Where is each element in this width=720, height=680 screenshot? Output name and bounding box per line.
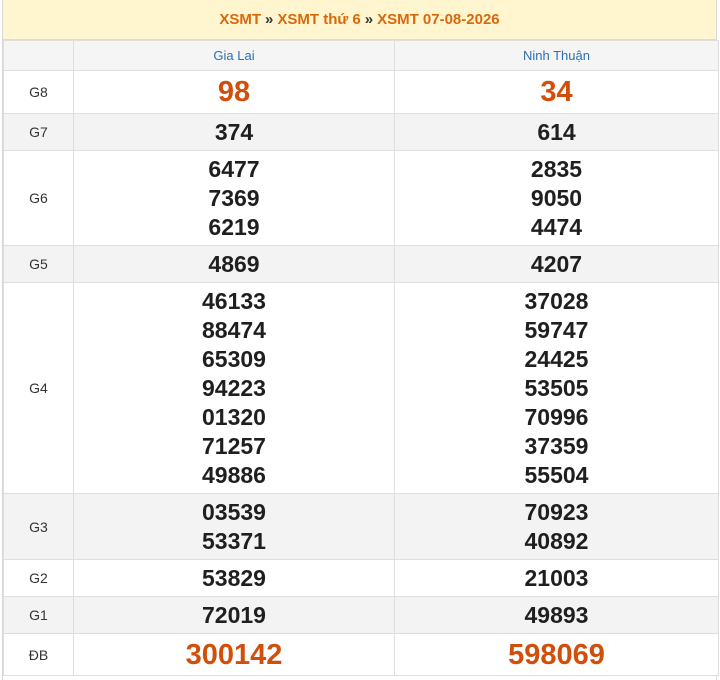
column-header-gia-lai[interactable]: Gia Lai [73, 40, 395, 71]
prize-row-g4: G4 46133 88474 65309 94223 01320 71257 49886 370… [3, 282, 719, 494]
prize-label: G8 [3, 70, 74, 114]
prize-number: 40892 [524, 527, 589, 554]
prize-number: 37028 [524, 287, 589, 314]
prize-number: 01320 [202, 403, 266, 430]
breadcrumb-xsmt-friday[interactable]: XSMT thứ 6 [277, 11, 360, 28]
prize-cell-ninh-thuan: 70923 40892 [394, 493, 719, 560]
prize-number: 614 [537, 118, 576, 145]
prize-row-đb: ĐB 300142 598069 [3, 633, 719, 676]
prize-cell-gia-lai: 6477 7369 6219 [73, 150, 395, 246]
prize-number: 88474 [202, 316, 266, 343]
prize-number: 7369 [208, 184, 260, 211]
prize-number: 21003 [524, 564, 589, 591]
prize-cell-ninh-thuan: 2835 9050 4474 [394, 150, 719, 246]
prize-cell-gia-lai: 46133 88474 65309 94223 01320 71257 49886 [73, 282, 395, 494]
prize-number: 2835 [530, 155, 583, 182]
prize-label: G2 [3, 559, 74, 597]
prize-label: G6 [3, 150, 74, 246]
prize-number: 598069 [508, 638, 605, 671]
prize-number: 98 [217, 76, 251, 108]
prize-row-g2: G2 53829 21003 [3, 559, 719, 597]
prize-row-g1: G1 72019 49893 [3, 596, 719, 634]
prize-number: 55504 [524, 461, 589, 488]
prize-cell-gia-lai: 03539 53371 [73, 493, 395, 560]
prize-label: ĐB [3, 633, 74, 676]
prize-cell-ninh-thuan: 49893 [394, 596, 719, 634]
prize-number: 300142 [185, 638, 283, 671]
prize-number: 34 [540, 76, 573, 108]
prize-cell-gia-lai: 98 [73, 70, 395, 114]
prize-label: G4 [3, 282, 74, 494]
prize-number: 374 [214, 118, 254, 145]
breadcrumb-xsmt[interactable]: XSMT [219, 11, 261, 28]
prize-number: 6219 [208, 213, 260, 240]
prize-number: 71257 [202, 432, 266, 459]
prize-number: 53829 [202, 564, 266, 591]
results-table: Gia Lai Ninh Thuận G8 98 34 G7 374 614 G6 6477 7… [3, 40, 719, 676]
prize-label: G3 [3, 493, 74, 560]
prize-cell-gia-lai: 53829 [73, 559, 395, 597]
prize-cell-ninh-thuan: 21003 [394, 559, 719, 597]
prize-label: G7 [3, 113, 74, 151]
prize-number: 24425 [524, 345, 589, 372]
prize-cell-gia-lai: 4869 [73, 245, 395, 283]
prize-number: 9050 [530, 184, 583, 211]
results-panel: XSMT » XSMT thứ 6 » XSMT 07-08-2026 Gia … [2, 0, 719, 680]
prize-row-g5: G5 4869 4207 [3, 245, 719, 283]
prize-cell-ninh-thuan: 34 [394, 70, 719, 114]
prize-number: 70996 [524, 403, 589, 430]
prize-cell-ninh-thuan: 614 [394, 113, 719, 151]
prize-number: 49886 [202, 461, 266, 488]
prize-number: 53505 [524, 374, 589, 401]
prize-number: 72019 [202, 601, 266, 628]
prize-number: 49893 [524, 601, 589, 628]
breadcrumb: XSMT » XSMT thứ 6 » XSMT 07-08-2026 [3, 0, 716, 40]
breadcrumb-separator: » [265, 11, 274, 28]
prize-number: 59747 [524, 316, 589, 343]
breadcrumb-separator: » [364, 11, 374, 28]
prize-number: 65309 [202, 345, 266, 372]
prize-number: 4474 [530, 213, 583, 240]
prize-label: G5 [3, 245, 74, 283]
prize-row-g6: G6 6477 7369 6219 2835 9050 4474 [3, 150, 719, 246]
prize-number: 03539 [202, 498, 266, 525]
prize-cell-gia-lai: 374 [73, 113, 395, 151]
prize-row-g8: G8 98 34 [3, 70, 719, 114]
prize-number: 4869 [208, 250, 260, 277]
prize-cell-ninh-thuan: 37028 59747 24425 53505 70996 37359 55504 [394, 282, 719, 494]
table-header-row: Gia Lai Ninh Thuận [3, 40, 719, 71]
column-header-ninh-thuan[interactable]: Ninh Thuận [394, 40, 719, 71]
prize-cell-gia-lai: 72019 [73, 596, 395, 634]
prize-cell-ninh-thuan: 4207 [394, 245, 719, 283]
prize-number: 37359 [524, 432, 589, 459]
prize-cell-ninh-thuan: 598069 [394, 633, 719, 676]
prize-label: G1 [3, 596, 74, 634]
prize-number: 94223 [202, 374, 266, 401]
prize-number: 6477 [208, 155, 260, 182]
breadcrumb-xsmt-date[interactable]: XSMT 07-08-2026 [377, 11, 500, 28]
prize-row-g7: G7 374 614 [3, 113, 719, 151]
prize-cell-gia-lai: 300142 [73, 633, 395, 676]
prize-number: 53371 [202, 527, 266, 554]
header-corner [3, 40, 74, 71]
prize-number: 70923 [524, 498, 589, 525]
prize-number: 4207 [530, 250, 583, 277]
prize-row-g3: G3 03539 53371 70923 40892 [3, 493, 719, 560]
prize-number: 46133 [202, 287, 266, 314]
